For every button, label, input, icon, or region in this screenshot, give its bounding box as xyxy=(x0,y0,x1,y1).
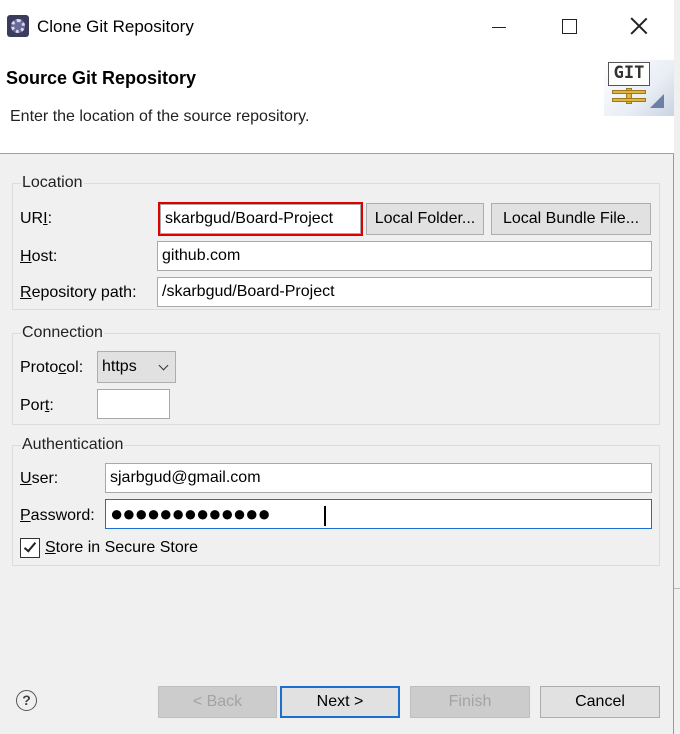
store-secure-label-rest: tore in Secure Store xyxy=(55,539,198,556)
wizard-header: Source Git Repository Enter the location… xyxy=(0,52,674,154)
protocol-label: Protocol: xyxy=(20,359,84,376)
page-title: Source Git Repository xyxy=(6,68,197,88)
chevron-down-icon xyxy=(158,360,169,371)
connection-group-label: Connection xyxy=(21,324,104,342)
uri-input[interactable]: skarbgud/Board-Project xyxy=(160,204,361,234)
host-label: Host: xyxy=(20,248,58,265)
finish-button[interactable]: Finish xyxy=(410,686,530,718)
location-group-label: Location xyxy=(21,174,84,192)
minimize-button[interactable] xyxy=(464,0,534,52)
page-description: Enter the location of the source reposit… xyxy=(10,108,310,125)
close-icon xyxy=(630,17,648,35)
local-bundle-file-button[interactable]: Local Bundle File... xyxy=(491,203,651,235)
user-input[interactable]: sjarbgud@gmail.com xyxy=(105,463,652,493)
store-secure-label: Store in Secure Store xyxy=(45,539,198,556)
protocol-select[interactable]: https xyxy=(97,351,176,383)
repository-path-label: Repository path: xyxy=(20,284,137,301)
next-button[interactable]: Next > xyxy=(280,686,400,718)
password-label: Password: xyxy=(20,507,95,524)
background-edge xyxy=(674,588,680,589)
port-input[interactable] xyxy=(97,389,170,419)
cancel-button[interactable]: Cancel xyxy=(540,686,660,718)
uri-label: URI: xyxy=(20,210,53,227)
checkmark-icon xyxy=(23,539,37,553)
help-icon[interactable]: ? xyxy=(16,690,37,711)
minimize-icon xyxy=(492,26,506,28)
back-button[interactable]: < Back xyxy=(158,686,277,718)
eclipse-app-icon xyxy=(7,15,29,37)
git-logo-text: GIT xyxy=(608,62,650,86)
port-label: Port: xyxy=(20,397,54,414)
local-folder-button[interactable]: Local Folder... xyxy=(366,203,484,235)
maximize-icon xyxy=(561,18,577,34)
authentication-group-label: Authentication xyxy=(21,436,125,454)
clone-git-repository-dialog: Clone Git Repository Source Git Reposito… xyxy=(0,0,674,734)
git-logo-icon: GIT xyxy=(604,60,674,116)
window-title: Clone Git Repository xyxy=(37,17,194,36)
store-secure-checkbox[interactable] xyxy=(20,538,40,558)
user-label: User: xyxy=(20,470,59,487)
protocol-select-value: https xyxy=(102,358,137,375)
repository-path-input[interactable]: /skarbgud/Board-Project xyxy=(157,277,652,307)
password-input[interactable]: ●●●●●●●●●●●●● xyxy=(105,499,652,529)
close-button[interactable] xyxy=(604,0,674,52)
maximize-button[interactable] xyxy=(534,0,604,52)
host-input[interactable]: github.com xyxy=(157,241,652,271)
text-caret xyxy=(324,506,326,526)
title-bar: Clone Git Repository xyxy=(0,0,674,52)
